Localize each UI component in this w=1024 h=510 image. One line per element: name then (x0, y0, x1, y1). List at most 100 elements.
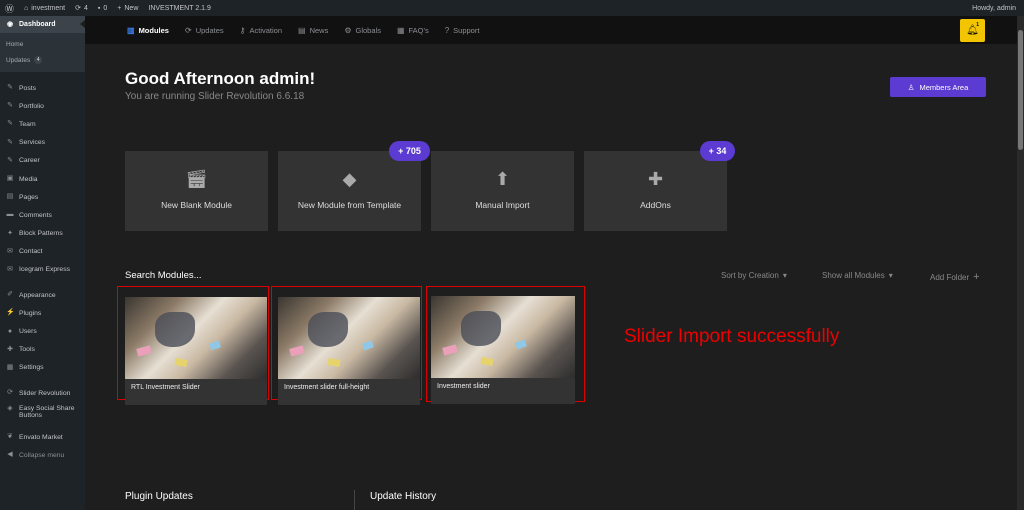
sidebar-item-users[interactable]: ● Users (0, 322, 85, 340)
template-icon: ◆ (342, 169, 357, 189)
home-icon: ⌂ (24, 4, 29, 12)
refresh-icon: ⟳ (7, 389, 13, 397)
block-icon: ✦ (7, 229, 13, 237)
import-success-annotation: Slider Import successfully (624, 326, 840, 347)
sidebar-item-services[interactable]: ✎ Services (0, 134, 85, 152)
scrollbar-thumb[interactable] (1018, 30, 1023, 150)
share-icon: ◈ (7, 405, 13, 413)
leaf-icon: ❦ (7, 433, 13, 441)
account-menu[interactable]: Howdy, admin (967, 0, 1024, 16)
tab-faqs[interactable]: ▦ FAQ's (397, 16, 429, 44)
help-icon: ? (444, 25, 450, 35)
page-title: Good Afternoon admin! (125, 69, 316, 88)
pin-icon: ✎ (7, 84, 13, 92)
sidebar-item-tools[interactable]: ✚ Tools (0, 341, 85, 359)
tab-activation[interactable]: ⚷ Activation (240, 16, 282, 44)
updates-count-badge: 4 (34, 56, 43, 64)
puzzle-icon: ✚ (647, 169, 664, 189)
module-card[interactable]: RTL Investment Slider (117, 286, 269, 405)
sidebar-item-home[interactable]: Home (0, 36, 85, 52)
new-content-link[interactable]: + New (112, 0, 143, 16)
wrench-icon: ✚ (7, 345, 13, 353)
plugin-updates-heading: Plugin Updates (125, 491, 193, 502)
manual-import-card[interactable]: ⬆ Manual Import (431, 151, 574, 231)
sidebar-item-contact[interactable]: ✉ Contact (0, 243, 85, 261)
sidebar-item-dashboard[interactable]: ◉ Dashboard (0, 16, 85, 33)
plus-icon: + (973, 271, 980, 283)
sidebar-item-slider-revolution[interactable]: ⟳ Slider Revolution (0, 384, 85, 402)
refresh-icon: ⟳ (75, 5, 81, 12)
new-blank-module-card[interactable]: 🎬︎ New Blank Module (125, 151, 268, 231)
sort-dropdown[interactable]: Sort by Creation ▾ (721, 271, 787, 280)
theme-link[interactable]: INVESTMENT 2.1.9 (143, 0, 216, 16)
pin-icon: ✎ (7, 156, 13, 164)
refresh-icon: ⟳ (184, 25, 192, 35)
admin-sidebar: ◉ Dashboard Home Updates 4 ✎ Posts ✎ Portfol… (0, 16, 85, 510)
plus-icon: + (117, 4, 122, 12)
tab-news[interactable]: ▤ News (298, 16, 328, 44)
modules-icon: ▥ (127, 25, 135, 35)
tab-modules[interactable]: ▥ Modules (127, 16, 169, 44)
template-count-badge: + 705 (389, 141, 430, 161)
new-module-from-template-card[interactable]: ◆ New Module from Template (278, 151, 421, 231)
module-thumbnail (431, 296, 575, 378)
sidebar-item-pages[interactable]: ▤ Pages (0, 188, 85, 206)
news-icon: ▤ (298, 25, 306, 35)
slider-revolution-nav: ▥ Modules ⟳ Updates ⚷ Activation ▤ News ⚙ Glo… (85, 16, 1017, 44)
wp-logo-icon[interactable]: Ⓦ (0, 0, 19, 16)
pin-icon: ✎ (7, 102, 13, 110)
addons-card[interactable]: ✚ AddOns (584, 151, 727, 231)
pin-icon: ✎ (7, 138, 13, 146)
page-scrollbar[interactable] (1017, 16, 1024, 510)
sidebar-item-icegram[interactable]: ✉ Icegram Express (0, 261, 85, 279)
module-thumbnail (125, 297, 267, 379)
site-name-link[interactable]: ⌂ investment (19, 0, 70, 16)
tab-support[interactable]: ? Support (445, 16, 480, 44)
members-area-button[interactable]: ♙ Members Area (890, 77, 986, 97)
sidebar-item-updates[interactable]: Updates 4 (0, 52, 85, 68)
sidebar-item-collapse-menu[interactable]: ◀ Collapse menu (0, 446, 85, 464)
caret-down-icon: ▾ (782, 271, 787, 280)
notification-count: 1 (976, 22, 979, 28)
comments-link[interactable]: ▪ 0 (93, 0, 112, 16)
sidebar-item-easy-social-share[interactable]: ◈ Easy Social Share Buttons (0, 402, 85, 428)
module-thumbnail (278, 297, 420, 379)
pin-icon: ✎ (7, 120, 13, 128)
brush-icon: ✐ (7, 291, 13, 299)
mail-icon: ✉ (7, 247, 13, 255)
search-modules-input[interactable]: Search Modules... (125, 270, 202, 281)
dashboard-submenu: Home Updates 4 (0, 33, 85, 72)
add-folder-button[interactable]: Add Folder + (930, 271, 980, 283)
tab-updates[interactable]: ⟳ Updates (185, 16, 224, 44)
plug-icon: ⚡ (6, 309, 15, 317)
sidebar-item-comments[interactable]: ▬ Comments (0, 206, 85, 224)
update-history-heading: Update History (370, 491, 437, 502)
sidebar-item-envato-market[interactable]: ❦ Envato Market (0, 428, 85, 446)
sidebar-item-media[interactable]: ▣ Media (0, 170, 85, 188)
sidebar-item-portfolio[interactable]: ✎ Portfolio (0, 97, 85, 115)
updates-link[interactable]: ⟳ 4 (70, 0, 93, 16)
module-card[interactable]: Investment slider full-height (271, 286, 422, 405)
caret-down-icon: ▾ (888, 271, 893, 280)
show-modules-dropdown[interactable]: Show all Modules ▾ (822, 271, 893, 280)
notifications-button[interactable]: 🔔︎ 1 (960, 19, 985, 42)
sidebar-item-team[interactable]: ✎ Team (0, 115, 85, 133)
section-divider (354, 490, 355, 510)
tab-globals[interactable]: ⚙ Globals (344, 16, 381, 44)
addons-count-badge: + 34 (700, 141, 735, 161)
mail-icon: ✉ (7, 265, 13, 273)
sidebar-item-appearance[interactable]: ✐ Appearance (0, 286, 85, 304)
faq-icon: ▦ (396, 25, 405, 35)
sidebar-item-settings[interactable]: ▦ Settings (0, 359, 85, 377)
module-card[interactable]: Investment slider (426, 286, 585, 404)
sidebar-item-plugins[interactable]: ⚡ Plugins (0, 304, 85, 322)
gear-icon: ⚙ (344, 25, 352, 35)
user-icon: ♙ (907, 82, 915, 92)
sidebar-item-career[interactable]: ✎ Career (0, 152, 85, 170)
media-icon: ▣ (6, 175, 14, 183)
sidebar-item-posts[interactable]: ✎ Posts (0, 79, 85, 97)
page-icon: ▤ (6, 193, 14, 201)
settings-icon: ▦ (6, 363, 14, 371)
sidebar-item-block-patterns[interactable]: ✦ Block Patterns (0, 225, 85, 243)
dashboard-icon: ◉ (6, 20, 14, 28)
